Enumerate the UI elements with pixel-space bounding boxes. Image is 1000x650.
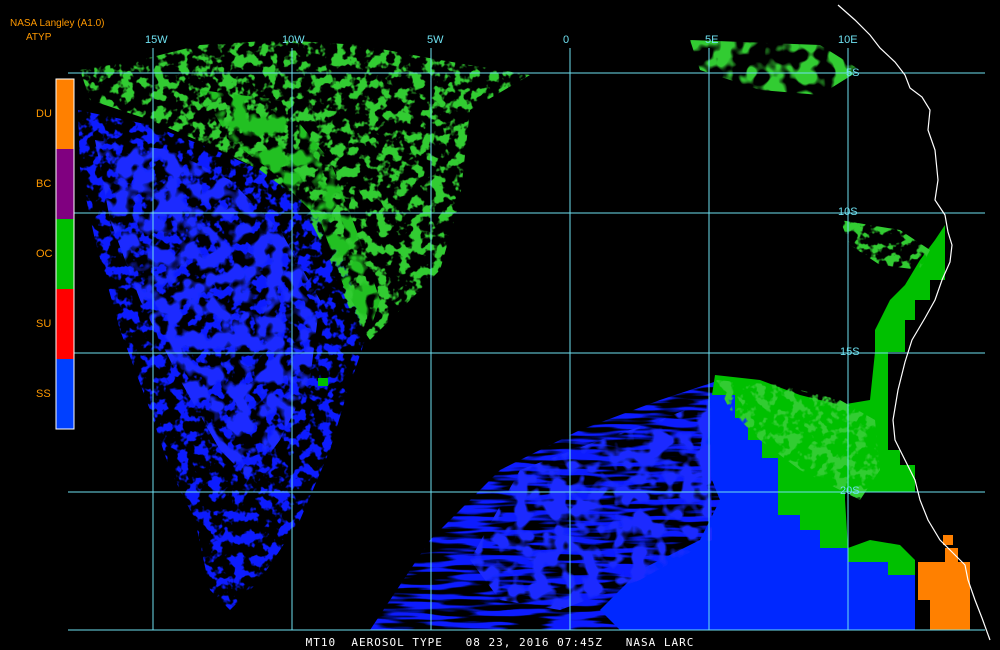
- lon-label-5w: 5W: [427, 34, 444, 46]
- legend-label-ss: SS: [36, 388, 51, 400]
- legend-swatch-oc: [56, 219, 74, 289]
- lon-label-0: 0: [563, 34, 570, 46]
- legend-label-su: SU: [36, 318, 52, 330]
- aerosol-map: [55, 4, 991, 641]
- legend-swatch-bc: [56, 149, 74, 219]
- lon-label-5e: 5E: [705, 34, 719, 46]
- lon-label-10e: 10E: [838, 34, 858, 46]
- lon-label-15w: 15W: [145, 34, 168, 46]
- lat-label-5s: 5S: [846, 67, 860, 79]
- legend-label-bc: BC: [36, 178, 52, 190]
- legend-color-bar: [55, 78, 75, 430]
- organic-carbon-patches-northeast: [690, 40, 860, 95]
- legend-swatch-su: [56, 289, 74, 359]
- legend-label-oc: OC: [36, 248, 53, 260]
- lat-label-10s: 10S: [838, 206, 858, 218]
- legend-swatch-du: [56, 79, 74, 149]
- organic-carbon-spot: [318, 378, 328, 386]
- data-source-label: NASA Langley (A1.0): [10, 18, 105, 29]
- legend-swatch-ss: [56, 359, 74, 429]
- lat-label-20s: 20S: [840, 485, 860, 497]
- legend-label-du: DU: [36, 108, 52, 120]
- product-footer: MT10 AEROSOL TYPE 08 23, 2016 07:45Z NAS…: [305, 636, 695, 649]
- lat-label-15s: 15S: [840, 346, 860, 358]
- lon-label-10w: 10W: [282, 34, 305, 46]
- product-label: ATYP: [26, 32, 52, 43]
- dust-region: [918, 535, 970, 630]
